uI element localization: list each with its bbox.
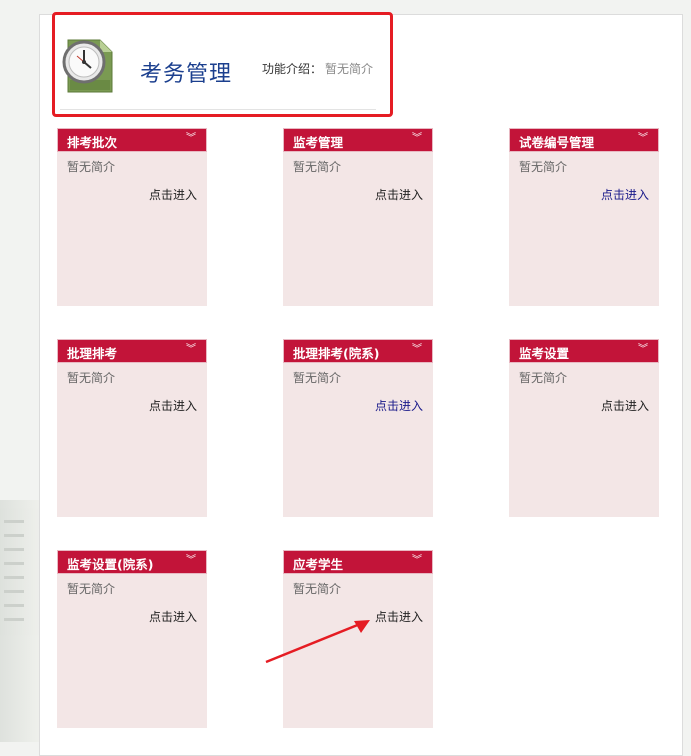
card-header[interactable]: 批理排考 ︾ xyxy=(57,339,207,363)
chevron-double-down-icon[interactable]: ︾ xyxy=(638,343,648,357)
card-title: 监考管理 xyxy=(293,135,344,150)
module-card-invigilation-management: 监考管理 ︾ 暂无简介 点击进入 xyxy=(283,128,433,306)
enter-link[interactable]: 点击进入 xyxy=(375,186,423,203)
card-description: 暂无简介 xyxy=(67,160,116,174)
intro-value: 暂无简介 xyxy=(325,62,374,76)
module-card-invigilation-settings: 监考设置 ︾ 暂无简介 点击进入 xyxy=(509,339,659,517)
chevron-double-down-icon[interactable]: ︾ xyxy=(412,132,422,146)
card-description: 暂无简介 xyxy=(293,160,342,174)
module-card-invigilation-settings-department: 监考设置(院系) ︾ 暂无简介 点击进入 xyxy=(57,550,207,728)
card-description: 暂无简介 xyxy=(293,371,342,385)
chevron-double-down-icon[interactable]: ︾ xyxy=(186,554,196,568)
card-title: 批理排考(院系) xyxy=(293,346,380,361)
page-title: 考务管理 xyxy=(140,62,233,87)
module-card-exam-batch: 排考批次 ︾ 暂无简介 点击进入 xyxy=(57,128,207,306)
card-title: 排考批次 xyxy=(67,135,118,150)
card-header[interactable]: 监考设置(院系) ︾ xyxy=(57,550,207,574)
card-title: 应考学生 xyxy=(293,557,344,572)
card-description: 暂无简介 xyxy=(293,582,342,596)
enter-link[interactable]: 点击进入 xyxy=(601,186,649,203)
card-description: 暂无简介 xyxy=(67,371,116,385)
card-header[interactable]: 监考管理 ︾ xyxy=(283,128,433,152)
enter-link[interactable]: 点击进入 xyxy=(375,397,423,414)
red-arrow-icon xyxy=(265,620,370,664)
chevron-double-down-icon[interactable]: ︾ xyxy=(186,132,196,146)
card-title: 批理排考 xyxy=(67,346,118,361)
card-header[interactable]: 应考学生 ︾ xyxy=(283,550,433,574)
card-description: 暂无简介 xyxy=(519,371,568,385)
enter-link[interactable]: 点击进入 xyxy=(149,186,197,203)
enter-link[interactable]: 点击进入 xyxy=(375,608,423,625)
card-header[interactable]: 试卷编号管理 ︾ xyxy=(509,128,659,152)
card-title: 监考设置 xyxy=(519,346,570,361)
intro-label: 功能介绍： xyxy=(262,62,323,76)
module-card-batch-scheduling: 批理排考 ︾ 暂无简介 点击进入 xyxy=(57,339,207,517)
enter-link[interactable]: 点击进入 xyxy=(149,608,197,625)
module-card-paper-numbering: 试卷编号管理 ︾ 暂无简介 点击进入 xyxy=(509,128,659,306)
card-header[interactable]: 监考设置 ︾ xyxy=(509,339,659,363)
card-header[interactable]: 排考批次 ︾ xyxy=(57,128,207,152)
enter-link[interactable]: 点击进入 xyxy=(149,397,197,414)
header-divider xyxy=(60,109,376,110)
clock-icon xyxy=(62,39,113,93)
chevron-double-down-icon[interactable]: ︾ xyxy=(638,132,648,146)
chevron-double-down-icon[interactable]: ︾ xyxy=(186,343,196,357)
card-description: 暂无简介 xyxy=(67,582,116,596)
chevron-double-down-icon[interactable]: ︾ xyxy=(412,343,422,357)
card-description: 暂无简介 xyxy=(519,160,568,174)
card-header[interactable]: 批理排考(院系) ︾ xyxy=(283,339,433,363)
card-title: 试卷编号管理 xyxy=(519,135,595,150)
module-card-batch-scheduling-department: 批理排考(院系) ︾ 暂无简介 点击进入 xyxy=(283,339,433,517)
chevron-double-down-icon[interactable]: ︾ xyxy=(412,554,422,568)
enter-link[interactable]: 点击进入 xyxy=(601,397,649,414)
card-title: 监考设置(院系) xyxy=(67,557,154,572)
